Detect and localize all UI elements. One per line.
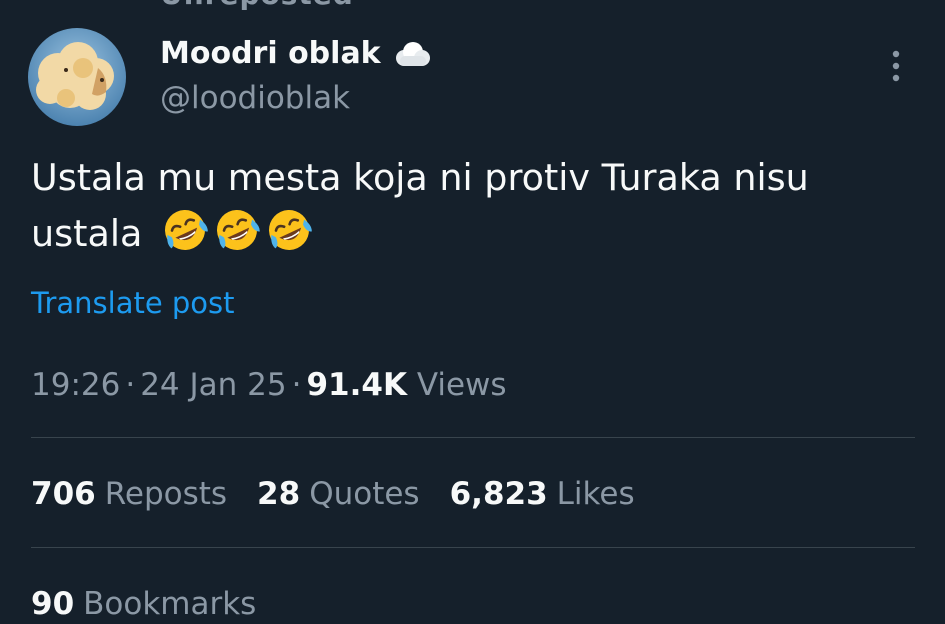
repost-context-label: Unreposted: [160, 0, 354, 11]
post-stats: 706 Reposts 28 Quotes 6,823 Likes: [31, 476, 635, 512]
divider: [31, 547, 915, 548]
rolling-on-floor-laughing-icon: [216, 210, 260, 250]
post-meta: 19:26 · 24 Jan 25 · 91.4K Views: [31, 367, 507, 403]
emoji-group: [160, 205, 314, 255]
meta-separator: ·: [125, 367, 136, 403]
author-handle[interactable]: @loodioblak: [160, 80, 350, 116]
meta-separator: ·: [291, 367, 302, 403]
cloud-icon: [395, 41, 430, 66]
reposts-count: 706: [31, 476, 96, 512]
post-time[interactable]: 19:26: [31, 367, 120, 403]
views-label: Views: [416, 367, 507, 403]
post-body-text: Ustala mu mesta koja ni protiv Turaka ni…: [31, 156, 809, 255]
post-detail-view: Unreposted: [0, 0, 945, 624]
views-count: 91.4K: [306, 367, 407, 403]
likes-stat[interactable]: 6,823 Likes: [450, 476, 635, 512]
avatar[interactable]: [28, 28, 126, 126]
author-name-row[interactable]: Moodri oblak: [160, 36, 431, 71]
avatar-image: [28, 28, 126, 126]
more-options-icon[interactable]: [882, 48, 910, 84]
translate-post-link[interactable]: Translate post: [31, 286, 235, 320]
rolling-on-floor-laughing-icon: [268, 210, 312, 250]
reposts-label: Reposts: [104, 476, 228, 512]
post-text: Ustala mu mesta koja ni protiv Turaka ni…: [31, 150, 921, 261]
bookmarks-count: 90: [31, 586, 75, 622]
quotes-stat[interactable]: 28 Quotes: [257, 476, 420, 512]
quotes-count: 28: [257, 476, 301, 512]
likes-label: Likes: [556, 476, 635, 512]
quotes-label: Quotes: [309, 476, 420, 512]
post-date[interactable]: 24 Jan 25: [140, 367, 286, 403]
bookmarks-stat[interactable]: 90 Bookmarks: [31, 586, 256, 622]
author-display-name[interactable]: Moodri oblak: [160, 36, 381, 71]
bookmarks-label: Bookmarks: [83, 586, 257, 622]
rolling-on-floor-laughing-icon: [164, 210, 208, 250]
divider: [31, 437, 915, 438]
likes-count: 6,823: [449, 476, 548, 512]
reposts-stat[interactable]: 706 Reposts: [31, 476, 227, 512]
